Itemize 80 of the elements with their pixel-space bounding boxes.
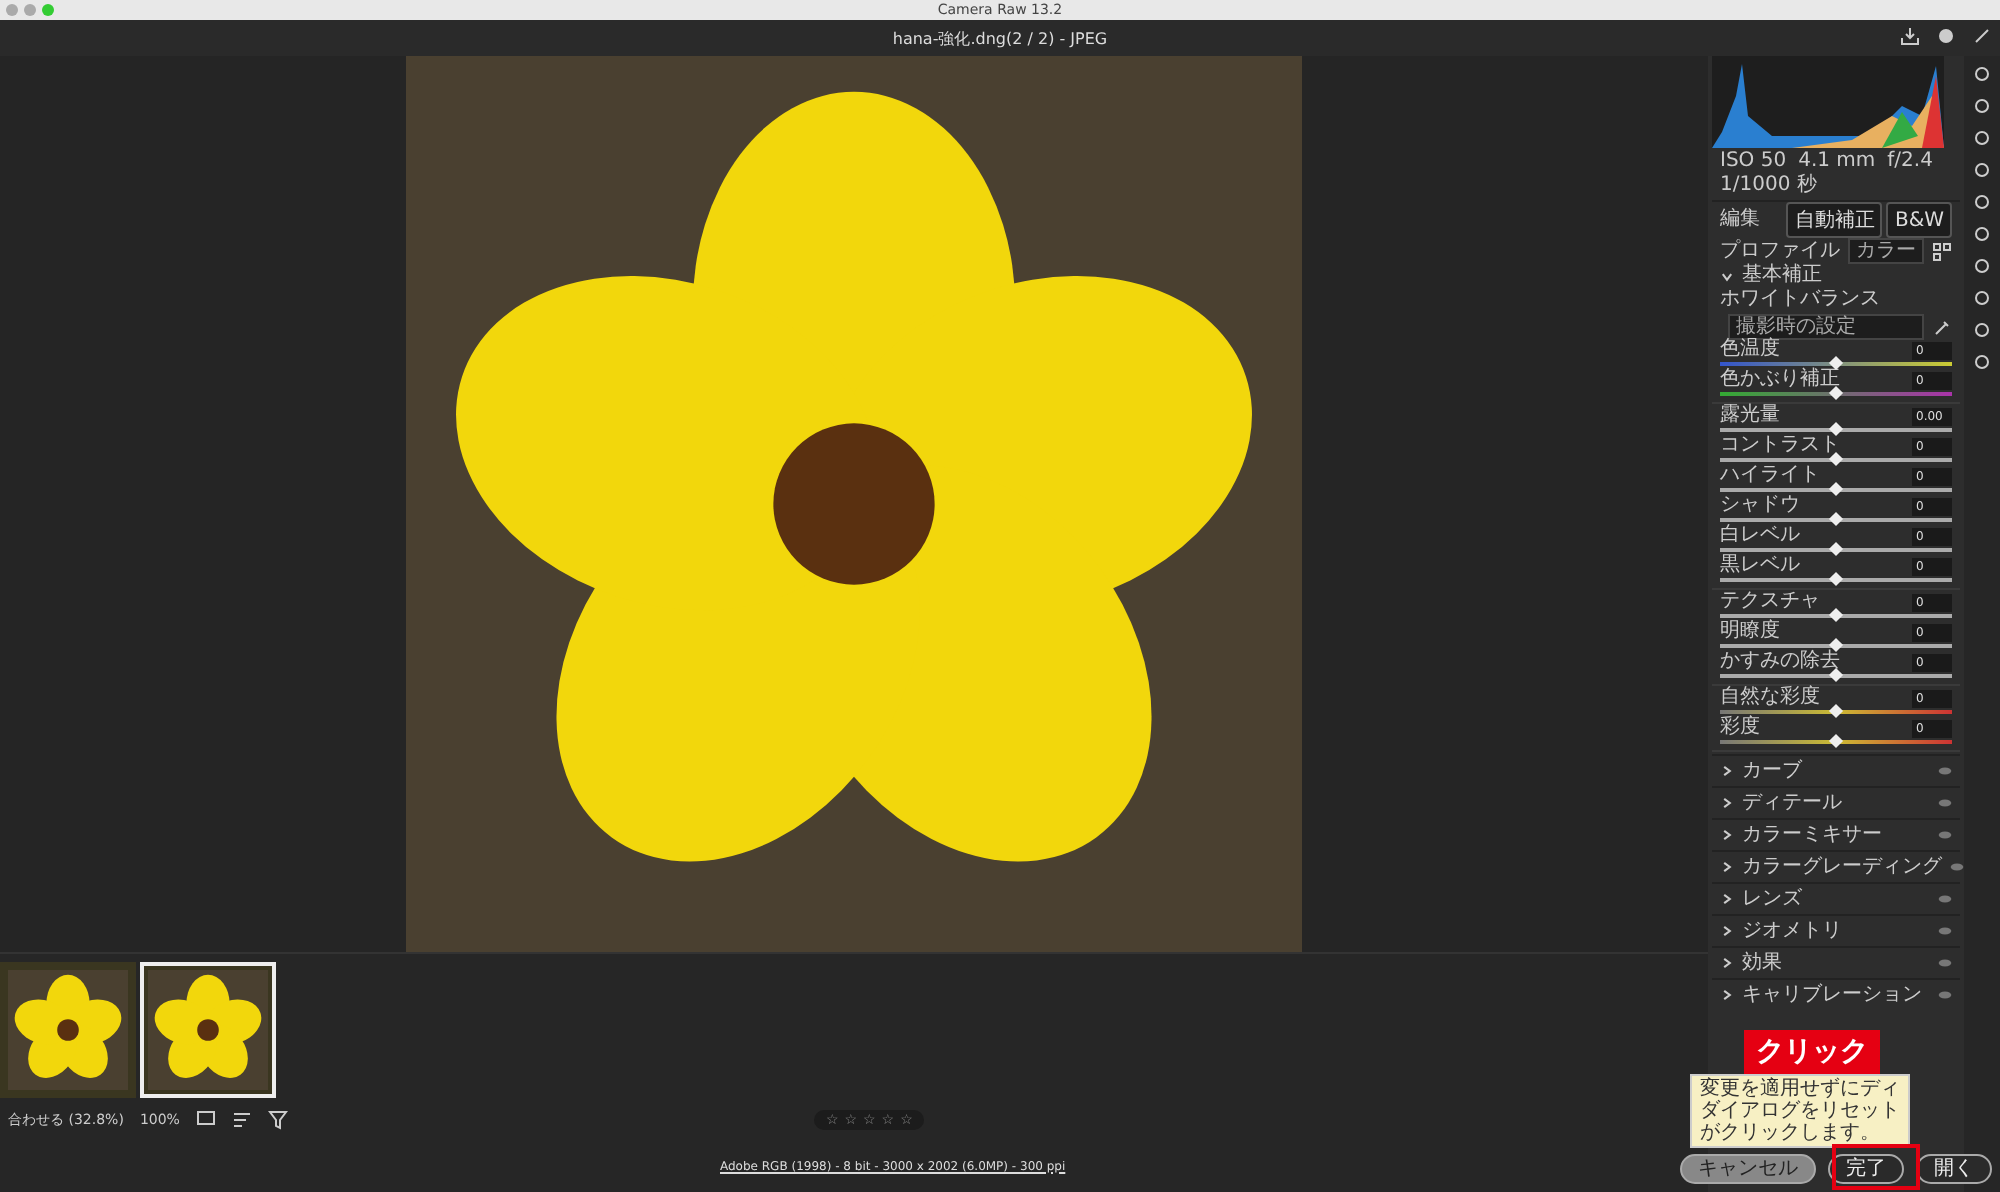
section-title[interactable]: カーブ xyxy=(1742,759,1930,783)
section-title[interactable]: キャリブレーション xyxy=(1742,983,1930,1007)
image-icon[interactable] xyxy=(195,1110,216,1131)
eye-icon[interactable] xyxy=(1938,798,1952,808)
eyedropper-icon[interactable] xyxy=(1932,317,1952,337)
slider-thumb[interactable] xyxy=(1828,385,1844,401)
slider-label: コントラスト xyxy=(1720,436,1840,456)
eye-icon[interactable] xyxy=(1938,926,1952,936)
thumbnail-drawing xyxy=(8,970,128,1091)
panel-button[interactable]: 自動補正 xyxy=(1786,202,1883,238)
thumbnail-drawing xyxy=(148,970,268,1091)
tooltip: 変更を適用せずにディ ダイアログをリセット がクリックします。 xyxy=(1690,1074,1910,1148)
filmstrip-thumbnail[interactable] xyxy=(140,962,276,1099)
section-title[interactable]: カラーミキサー xyxy=(1742,823,1930,847)
camera-info: ISO 50 xyxy=(1720,150,1787,174)
section-title[interactable]: レンズ xyxy=(1742,887,1930,911)
callout-label: クリック xyxy=(1744,1030,1880,1074)
slider-label: 自然な彩度 xyxy=(1720,688,1820,708)
eye-icon[interactable] xyxy=(1938,830,1952,840)
camera-info: 1/1000 秒 xyxy=(1720,174,1817,198)
chevron-icon[interactable] xyxy=(1720,988,1734,1002)
slider-thumb[interactable] xyxy=(1828,421,1844,437)
slider-thumb[interactable] xyxy=(1828,481,1844,497)
balance-mode-label: ホワイトバランス xyxy=(1720,288,1880,312)
slider-label: 色かぶり補正 xyxy=(1720,370,1840,390)
slider-label: 明瞭度 xyxy=(1720,622,1780,642)
slider-label: テクスチャ xyxy=(1720,592,1820,612)
slider-label: 彩度 xyxy=(1720,718,1760,738)
filmstrip-thumbnail[interactable] xyxy=(0,962,136,1099)
section-title[interactable]: ジオメトリ xyxy=(1742,919,1930,943)
slider-thumb[interactable] xyxy=(1828,511,1844,527)
slider-thumb[interactable] xyxy=(1828,541,1844,557)
chevron-icon[interactable] xyxy=(1720,860,1734,874)
chevron-icon[interactable] xyxy=(1720,956,1734,970)
section-title[interactable]: カラーグレーディング xyxy=(1742,855,1942,879)
eye-icon[interactable] xyxy=(1938,894,1952,904)
panel-button[interactable]: B&W xyxy=(1886,202,1952,238)
section-title[interactable]: 基本補正 xyxy=(1742,264,1822,288)
grid-icon[interactable] xyxy=(1932,241,1952,261)
chevron-icon[interactable] xyxy=(1720,764,1734,778)
eye-icon[interactable] xyxy=(1950,862,1964,872)
slider-label: 色温度 xyxy=(1720,340,1780,360)
highlight-frame xyxy=(1832,1144,1920,1190)
section-title[interactable]: 効果 xyxy=(1742,951,1930,975)
section-title[interactable]: ディテール xyxy=(1742,791,1930,815)
chevron-icon[interactable] xyxy=(1720,796,1734,810)
slider-thumb[interactable] xyxy=(1828,451,1844,467)
slider-label: 黒レベル xyxy=(1720,556,1800,576)
open-button[interactable]: 開く xyxy=(1916,1154,1992,1184)
eye-icon[interactable] xyxy=(1938,990,1952,1000)
expand-icon[interactable] xyxy=(1972,26,1992,46)
filter-icon[interactable] xyxy=(267,1110,288,1131)
slider-thumb[interactable] xyxy=(1828,637,1844,653)
slider-thumb[interactable] xyxy=(1828,355,1844,371)
chevron-icon[interactable] xyxy=(1720,269,1734,283)
slider-label: シャドウ xyxy=(1720,496,1800,516)
profile-label: プロファイル xyxy=(1720,239,1840,263)
file-name: hana-強化.dng(2 / 2) - JPEG xyxy=(892,27,1108,49)
camera-info: 4.1 mm xyxy=(1798,150,1876,173)
slider-label: 白レベル xyxy=(1720,526,1800,546)
balance-preset-dropdown[interactable]: 撮影時の設定 xyxy=(1728,314,1924,340)
eye-icon[interactable] xyxy=(1938,766,1952,776)
slider-thumb[interactable] xyxy=(1828,703,1844,719)
slider-thumb[interactable] xyxy=(1828,667,1844,683)
save-icon[interactable] xyxy=(1900,26,1920,46)
chevron-icon[interactable] xyxy=(1720,924,1734,938)
chevron-icon[interactable] xyxy=(1720,828,1734,842)
slider-label: 露光量 xyxy=(1720,406,1780,426)
sort-icon[interactable] xyxy=(231,1110,252,1131)
camera-info: f/2.4 xyxy=(1887,150,1933,174)
eye-icon[interactable] xyxy=(1938,958,1952,968)
slider-thumb[interactable] xyxy=(1828,607,1844,623)
cancel-button[interactable]: キャンセル xyxy=(1680,1154,1816,1184)
slider-thumb[interactable] xyxy=(1828,733,1844,749)
slider-label: かすみの除去 xyxy=(1720,652,1840,672)
edit-title: 編集 xyxy=(1720,210,1760,230)
profile-dropdown[interactable]: カラー xyxy=(1848,238,1924,264)
slider-thumb[interactable] xyxy=(1828,571,1844,587)
slider-label: ハイライト xyxy=(1720,466,1820,486)
chevron-icon[interactable] xyxy=(1720,892,1734,906)
